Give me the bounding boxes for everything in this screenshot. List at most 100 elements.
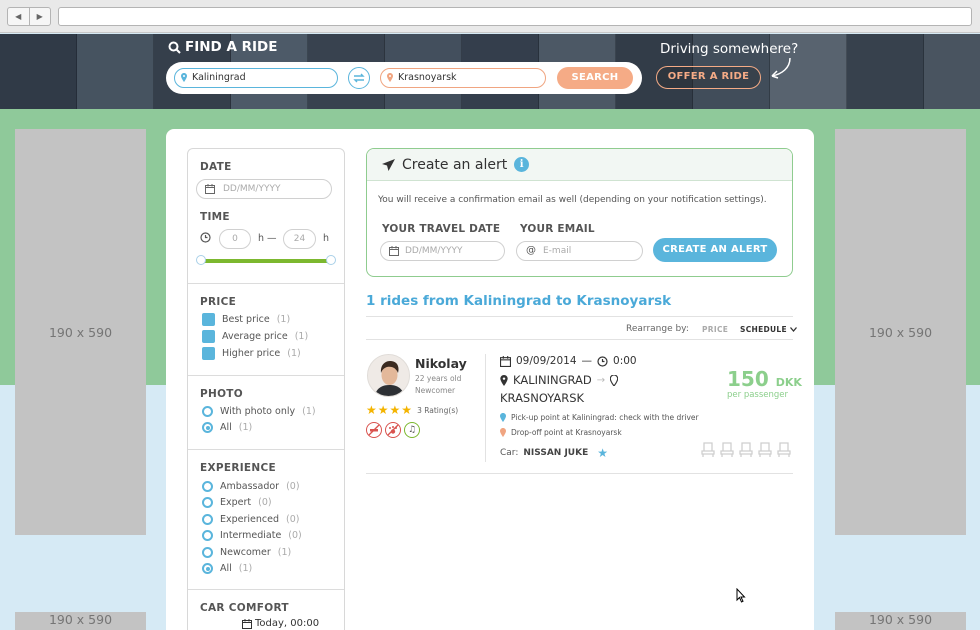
radio-button[interactable] xyxy=(202,514,213,525)
swap-locations-button[interactable] xyxy=(348,67,370,89)
price-option-average[interactable]: Average price (1) xyxy=(202,330,308,343)
radio-button[interactable] xyxy=(202,547,213,558)
car-comfort-filter-title: CAR COMFORT xyxy=(200,602,289,614)
create-alert-button[interactable]: CREATE AN ALERT xyxy=(653,238,777,262)
time-to-input[interactable]: 24 xyxy=(283,229,316,249)
car-info: Car: NISSAN JUKE ★ xyxy=(500,446,608,460)
find-ride-title: FIND A RIDE xyxy=(168,39,277,55)
driver-preferences: ♫ xyxy=(366,422,420,438)
alert-header: Create an alert i xyxy=(367,149,792,181)
browser-toolbar: ◀ ▶ xyxy=(0,0,980,33)
to-input[interactable]: Krasnoyarsk xyxy=(380,68,546,88)
star-icon: ★ xyxy=(401,403,413,417)
info-icon[interactable]: i xyxy=(514,157,530,172)
radio-button-selected[interactable] xyxy=(202,422,213,433)
calendar-icon xyxy=(500,355,511,367)
experience-option-ambassador[interactable]: Ambassador (0) xyxy=(202,481,300,492)
at-icon: @ xyxy=(526,245,536,256)
per-passenger-label: per passenger xyxy=(727,390,789,400)
trip-from-city: KALININGRAD xyxy=(513,373,592,387)
driving-somewhere-text: Driving somewhere? xyxy=(660,41,799,57)
location-pin-icon xyxy=(181,73,187,82)
divider xyxy=(366,473,793,474)
offer-ride-button[interactable]: OFFER A RIDE xyxy=(656,66,761,89)
radio-button[interactable] xyxy=(202,481,213,492)
main-card: DATE DD/MM/YYYY TIME 0 h — 24 h PRICE Be… xyxy=(166,129,814,630)
clock-icon xyxy=(200,232,211,243)
search-bar: Kaliningrad Krasnoyarsk SEARCH xyxy=(166,62,642,94)
back-icon[interactable]: ◀ xyxy=(8,8,29,25)
ratings-count: 3 Rating(s) xyxy=(417,405,459,415)
rearrange-label: Rearrange by: xyxy=(626,324,689,334)
travel-date-input[interactable]: DD/MM/YYYY xyxy=(380,241,505,261)
trip-date: 09/09/2014 xyxy=(516,355,577,367)
photo-option-all[interactable]: All (1) xyxy=(202,422,252,433)
curved-arrow-icon xyxy=(771,57,791,79)
sort-by-schedule[interactable]: SCHEDULE xyxy=(740,325,797,334)
driver-name[interactable]: Nikolay xyxy=(415,356,467,371)
photo-filter-section: PHOTO With photo only (1) All (1) xyxy=(188,375,344,449)
travel-date-label: YOUR TRAVEL DATE xyxy=(382,223,501,235)
ad-placeholder-right-bottom: 190 x 590 xyxy=(835,612,966,630)
photo-filter-title: PHOTO xyxy=(200,388,243,400)
slider-handle-min[interactable] xyxy=(196,255,206,265)
search-button[interactable]: SEARCH xyxy=(557,67,633,89)
experience-option-all[interactable]: All (1) xyxy=(202,563,252,574)
experience-option-newcomer[interactable]: Newcomer (1) xyxy=(202,547,291,558)
price-option-higher[interactable]: Higher price (1) xyxy=(202,347,301,360)
location-pin-icon xyxy=(387,73,393,82)
filters-panel: DATE DD/MM/YYYY TIME 0 h — 24 h PRICE Be… xyxy=(187,148,345,630)
price-option-best[interactable]: Best price (1) xyxy=(202,313,290,326)
paper-plane-icon xyxy=(382,158,395,171)
price-filter-title: PRICE xyxy=(200,296,237,308)
driver-rating: ★ ★ ★ ★ 3 Rating(s) xyxy=(366,404,458,416)
pickup-point: Pick-up point at Kaliningrad: check with… xyxy=(500,413,699,422)
trip-route: KALININGRAD → xyxy=(500,373,619,387)
driver-photo xyxy=(368,355,409,396)
seat-icon xyxy=(701,442,715,457)
radio-button-selected[interactable] xyxy=(202,563,213,574)
create-alert-box: Create an alert i You will receive a con… xyxy=(366,148,793,277)
ride-price: 150 DKK xyxy=(727,367,802,391)
driver-avatar[interactable] xyxy=(367,354,410,397)
experience-option-experienced[interactable]: Experienced (0) xyxy=(202,514,299,525)
photo-option-with-photo[interactable]: With photo only (1) xyxy=(202,406,316,417)
time-range-slider[interactable] xyxy=(201,259,332,263)
swap-icon xyxy=(353,73,365,83)
checkbox[interactable] xyxy=(202,330,215,343)
experience-option-intermediate[interactable]: Intermediate (0) xyxy=(202,530,302,541)
radio-button[interactable] xyxy=(202,497,213,508)
seat-icon xyxy=(777,442,791,457)
no-smoking-icon xyxy=(366,422,382,438)
vertical-divider xyxy=(485,354,486,462)
trip-datetime: 09/09/2014 — 0:00 xyxy=(500,355,637,367)
time-separator: h — xyxy=(258,233,277,244)
alert-title: Create an alert xyxy=(402,156,508,173)
email-input[interactable]: @ E-mail xyxy=(516,241,643,261)
dropoff-point: Drop-off point at Krasnoyarsk xyxy=(500,428,622,437)
radio-button[interactable] xyxy=(202,406,213,417)
car-name: NISSAN JUKE xyxy=(523,448,589,458)
sort-by-price[interactable]: PRICE xyxy=(702,325,728,334)
location-pin-icon xyxy=(610,374,619,386)
search-icon xyxy=(168,41,181,54)
slider-handle-max[interactable] xyxy=(326,255,336,265)
calendar-icon xyxy=(242,618,252,629)
radio-button[interactable] xyxy=(202,530,213,541)
hero-banner: FIND A RIDE Kaliningrad Krasnoyarsk SEAR… xyxy=(0,34,980,109)
alert-message: You will receive a confirmation email as… xyxy=(378,195,767,205)
checkbox[interactable] xyxy=(202,347,215,360)
address-bar[interactable] xyxy=(58,7,972,26)
clock-icon xyxy=(597,355,608,367)
price-currency: DKK xyxy=(775,376,802,389)
experience-option-expert[interactable]: Expert (0) xyxy=(202,497,272,508)
from-input[interactable]: Kaliningrad xyxy=(174,68,338,88)
seat-icon xyxy=(720,442,734,457)
chevron-down-icon xyxy=(789,327,797,332)
forward-icon[interactable]: ▶ xyxy=(28,8,51,25)
route-arrow-icon: → xyxy=(596,374,606,386)
price-filter-section: PRICE Best price (1) Average price (1) Hig… xyxy=(188,283,344,375)
checkbox[interactable] xyxy=(202,313,215,326)
date-filter-input[interactable]: DD/MM/YYYY xyxy=(196,179,332,199)
time-from-input[interactable]: 0 xyxy=(219,229,251,249)
